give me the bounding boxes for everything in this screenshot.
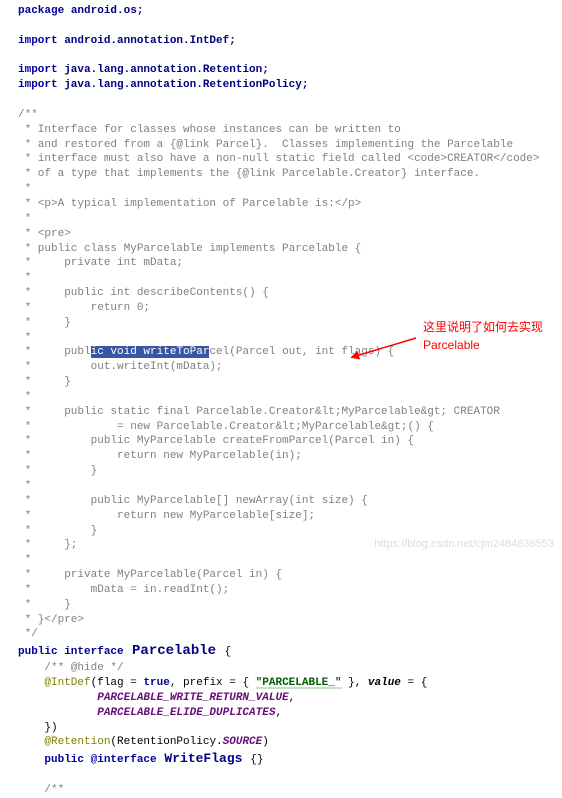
annotation: @Retention [18,736,110,748]
comment-line: * [18,212,562,227]
comment-line: * and restored from a {@link Parcel}. Cl… [18,138,562,153]
comment-line: * = new Parcelable.Creator&lt;MyParcelab… [18,420,562,435]
annotation-callout: 这里说明了如何去实现 Parcelable [423,318,543,354]
code-line: public @interface WriteFlags {} [18,750,562,768]
comment-line: * private MyParcelable(Parcel in) { [18,568,562,583]
blank-line [18,19,562,34]
comment-line: * [18,271,562,286]
comment-line: * out.writeInt(mData); [18,360,562,375]
text-selection[interactable]: ic void writeToPar [91,346,210,358]
comment-line: * return new MyParcelable[size]; [18,509,562,524]
blank-line [18,768,562,783]
comment-line: /** @hide */ [18,661,562,676]
blank-line [18,49,562,64]
code-line: PARCELABLE_WRITE_RETURN_VALUE, [18,691,562,706]
comment-line: * public static final Parcelable.Creator… [18,405,562,420]
comment-line: * } [18,524,562,539]
comment-line: /** [18,108,562,123]
comment-line: */ [18,627,562,642]
comment-line: * interface must also have a non-null st… [18,152,562,167]
comment-line: * [18,479,562,494]
comment-line: * } [18,598,562,613]
keyword: package [18,5,64,17]
comment-line: * [18,182,562,197]
comment-line: * public class MyParcelable implements P… [18,242,562,257]
comment-line: * public MyParcelable createFromParcel(P… [18,434,562,449]
code-line: }) [18,721,562,736]
comment-line: * }</pre> [18,613,562,628]
comment-line: * } [18,375,562,390]
annotation-text: Parcelable [423,336,543,354]
package-name: android.os; [64,5,143,17]
code-line: import java.lang.annotation.Retention; [18,63,562,78]
comment-line: * private int mData; [18,256,562,271]
comment-line: * [18,553,562,568]
interface-name: WriteFlags [157,751,251,766]
watermark: https://blog.csdn.net/cjm2484836553 [374,537,554,552]
comment-line: * return new MyParcelable(in); [18,449,562,464]
code-line: @Retention(RetentionPolicy.SOURCE) [18,735,562,750]
comment-line: * <pre> [18,227,562,242]
comment-line: * Interface for classes whose instances … [18,123,562,138]
blank-line [18,93,562,108]
code-line: @IntDef(flag = true, prefix = { "PARCELA… [18,676,562,691]
code-line: public interface Parcelable { [18,642,562,661]
code-line: import java.lang.annotation.RetentionPol… [18,78,562,93]
code-line: PARCELABLE_ELIDE_DUPLICATES, [18,706,562,721]
annotation: @IntDef [18,677,91,689]
code-line: package android.os; [18,4,562,19]
comment-line: * return 0; [18,301,562,316]
comment-line: * [18,390,562,405]
code-editor[interactable]: package android.os; import android.annot… [0,0,562,798]
code-line: import android.annotation.IntDef; [18,34,562,49]
comment-line: /** [18,783,562,798]
comment-line: * } [18,464,562,479]
comment-line: * public int describeContents() { [18,286,562,301]
comment-line: * of a type that implements the {@link P… [18,167,562,182]
interface-name: Parcelable [124,643,225,659]
annotation-text: 这里说明了如何去实现 [423,318,543,336]
comment-line: * <p>A typical implementation of Parcela… [18,197,562,212]
comment-line: * public MyParcelable[] newArray(int siz… [18,494,562,509]
comment-line: * mData = in.readInt(); [18,583,562,598]
